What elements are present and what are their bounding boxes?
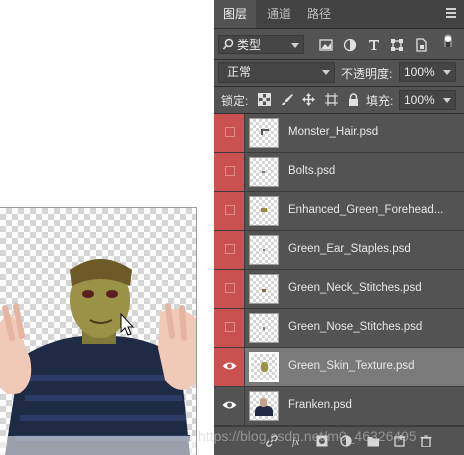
- tab-layers[interactable]: 图层: [214, 0, 257, 28]
- layer-row[interactable]: Green_Neck_Stitches.psd: [214, 270, 464, 309]
- lock-row: 锁定: 填充: 100%: [214, 90, 464, 110]
- layer-name: Bolts.psd: [288, 165, 336, 177]
- visibility-toggle[interactable]: [214, 114, 245, 152]
- tab-paths[interactable]: 路径: [298, 0, 340, 28]
- link-layers-icon[interactable]: [266, 435, 278, 447]
- shape-filter-icon[interactable]: [390, 38, 404, 52]
- lock-image-pixels-icon[interactable]: [281, 93, 294, 106]
- adjustment-layer-icon[interactable]: [340, 435, 352, 447]
- fx-icon[interactable]: fx: [292, 435, 304, 447]
- layer-name: Franken.psd: [288, 399, 352, 411]
- layer-thumbnail: [249, 352, 279, 382]
- opacity-value: 100%: [404, 65, 435, 79]
- layer-row[interactable]: Franken.psd: [214, 387, 464, 426]
- blend-mode-select[interactable]: 正常: [218, 62, 335, 83]
- chevron-down-icon: [322, 70, 330, 75]
- visibility-toggle[interactable]: [214, 153, 245, 191]
- lock-position-icon[interactable]: [302, 93, 315, 106]
- layer-row[interactable]: Enhanced_Green_Forehead...: [214, 192, 464, 231]
- layer-thumbnail: [249, 118, 279, 148]
- layer-row[interactable]: Bolts.psd: [214, 153, 464, 192]
- layer-thumbnail: [249, 235, 279, 265]
- fill-label: 填充:: [366, 94, 394, 108]
- fill-value: 100%: [404, 93, 435, 107]
- hidden-checkbox-icon: [225, 127, 235, 137]
- opacity-field[interactable]: 100%: [399, 62, 456, 82]
- panel-menu-icon[interactable]: [446, 8, 456, 18]
- panel-footer: fx: [214, 426, 464, 455]
- filter-kind-value: 类型: [237, 38, 262, 52]
- type-filter-icon[interactable]: [367, 38, 381, 52]
- chevron-down-icon: [291, 43, 299, 48]
- hidden-checkbox-icon: [225, 166, 235, 176]
- hidden-checkbox-icon: [225, 244, 235, 254]
- visibility-toggle[interactable]: [214, 348, 245, 386]
- layer-row[interactable]: Green_Nose_Stitches.psd: [214, 309, 464, 348]
- filter-toggle-icon[interactable]: [442, 33, 456, 47]
- layer-thumbnail: [249, 196, 279, 226]
- layer-name: Green_Skin_Texture.psd: [288, 360, 415, 372]
- lock-transparent-pixels-icon[interactable]: [258, 93, 271, 106]
- filter-kind-select[interactable]: 类型: [218, 35, 304, 54]
- layer-thumbnail: [249, 313, 279, 343]
- tab-channels[interactable]: 通道: [258, 0, 300, 28]
- add-mask-icon[interactable]: [316, 435, 328, 447]
- lock-artboard-icon[interactable]: [325, 93, 338, 106]
- layers-list: Monster_Hair.psd Bolts.psd Enhanced_Gree…: [214, 114, 464, 426]
- blend-row: 正常 不透明度: 100%: [214, 62, 464, 84]
- search-icon: [223, 38, 234, 50]
- layer-name: Enhanced_Green_Forehead...: [288, 204, 444, 216]
- chevron-down-icon: [443, 70, 451, 75]
- layer-name: Green_Nose_Stitches.psd: [288, 321, 423, 333]
- visibility-toggle[interactable]: [214, 270, 245, 308]
- chevron-down-icon: [443, 98, 451, 103]
- visibility-toggle[interactable]: [214, 192, 245, 230]
- visibility-toggle[interactable]: [214, 231, 245, 269]
- smart-object-filter-icon[interactable]: [414, 38, 428, 52]
- canvas-artwork: [0, 259, 196, 455]
- opacity-label: 不透明度:: [341, 67, 393, 81]
- layer-name: Green_Neck_Stitches.psd: [288, 282, 422, 294]
- layer-thumbnail: [249, 274, 279, 304]
- adjustment-filter-icon[interactable]: [343, 38, 357, 52]
- fill-field[interactable]: 100%: [399, 90, 456, 110]
- document-canvas[interactable]: [0, 207, 197, 455]
- layer-name: Green_Ear_Staples.psd: [288, 243, 411, 255]
- filter-row: 类型: [214, 33, 464, 57]
- folder-icon[interactable]: [367, 435, 379, 447]
- layer-thumbnail: [249, 157, 279, 187]
- svg-text:fx: fx: [292, 437, 300, 447]
- layers-panel: 图层 通道 路径 类型 正常 不透明度: 100% 锁定: 填充: 100% M…: [214, 0, 464, 455]
- layer-thumbnail: [249, 391, 279, 421]
- eye-icon: [222, 362, 237, 370]
- layer-row[interactable]: Green_Skin_Texture.psd: [214, 348, 464, 387]
- blend-mode-value: 正常: [227, 65, 252, 79]
- panel-tab-bar: 图层 通道 路径: [214, 0, 464, 29]
- hidden-checkbox-icon: [225, 322, 235, 332]
- visibility-toggle[interactable]: [214, 309, 245, 347]
- layer-name: Monster_Hair.psd: [288, 126, 379, 138]
- trash-icon[interactable]: [420, 435, 432, 447]
- visibility-toggle[interactable]: [214, 387, 245, 425]
- image-filter-icon[interactable]: [319, 38, 333, 52]
- layer-row[interactable]: Monster_Hair.psd: [214, 114, 464, 153]
- divider: [214, 59, 464, 60]
- hidden-checkbox-icon: [225, 205, 235, 215]
- divider: [214, 86, 464, 87]
- layer-row[interactable]: Green_Ear_Staples.psd: [214, 231, 464, 270]
- hidden-checkbox-icon: [225, 283, 235, 293]
- lock-all-icon[interactable]: [347, 93, 360, 106]
- new-layer-icon[interactable]: [394, 435, 406, 447]
- lock-label: 锁定:: [221, 94, 249, 108]
- eye-icon: [222, 401, 237, 409]
